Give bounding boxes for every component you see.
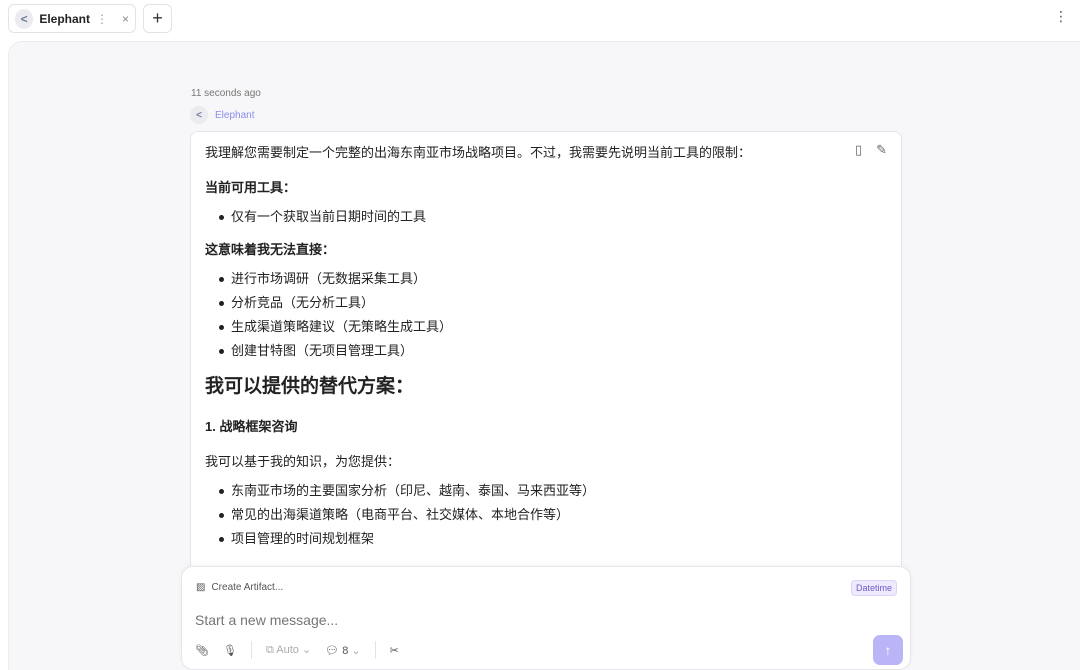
image-icon: ▨ [196, 582, 206, 593]
message-input[interactable] [195, 612, 795, 628]
mode-label: Auto [276, 644, 299, 656]
elephant-logo-icon: < [190, 106, 208, 124]
tab-close-icon[interactable]: × [122, 12, 129, 26]
microphone-icon[interactable]: 🎙︎ [223, 644, 237, 657]
paragraph: 我可以基于我的知识，为您提供： [205, 454, 401, 469]
attach-icon[interactable]: 📎︎ [195, 644, 209, 657]
list-item: 分析竞品（无分析工具） [217, 296, 887, 309]
composer: ▨ Create Artifact... Datetime 📎︎ 🎙︎ ⧉ Au… [181, 566, 911, 670]
create-artifact-button[interactable]: ▨ Create Artifact... [196, 582, 283, 593]
list-item: 常见的出海渠道策略（电商平台、社交媒体、本地合作等） [217, 508, 887, 521]
context-select[interactable]: 💬︎ 8 ⌄ [325, 644, 360, 657]
list-item: 进行市场调研（无数据采集工具） [217, 272, 887, 285]
mode-select[interactable]: ⧉ Auto ⌄ [266, 643, 311, 657]
assistant-message: ▯ ✎ 我理解您需要制定一个完整的出海东南亚市场战略项目。不过，我需要先说明当前… [190, 131, 902, 591]
elephant-logo-icon: < [15, 8, 34, 29]
sender-name: Elephant [215, 109, 255, 121]
tab-title: Elephant [39, 11, 90, 26]
heading-cannot: 这意味着我无法直接： [205, 242, 336, 257]
heading-tools: 当前可用工具： [205, 180, 297, 195]
list-item: 生成渠道策略建议（无策略生成工具） [217, 320, 887, 333]
tools-icon[interactable]: ✂ [390, 644, 399, 657]
divider [250, 641, 252, 659]
copy-icon[interactable]: ▯ [855, 143, 862, 156]
list-item: 东南亚市场的主要国家分析（印尼、越南、泰国、马来西亚等） [217, 484, 887, 497]
create-artifact-label: Create Artifact... [211, 582, 284, 593]
list-item: 创建甘特图（无项目管理工具） [217, 344, 887, 357]
divider [374, 641, 376, 659]
section-heading: 我可以提供的替代方案： [205, 376, 415, 397]
datetime-tool-badge[interactable]: Datetime [850, 580, 897, 596]
tab-elephant[interactable]: < Elephant ⋮ × [8, 4, 136, 33]
tab-menu-icon[interactable]: ⋮ [96, 12, 108, 26]
new-tab-button[interactable]: + [143, 4, 172, 33]
list-item: 仅有一个获取当前日期时间的工具 [217, 210, 887, 223]
edit-icon[interactable]: ✎ [876, 143, 887, 156]
message-timestamp: 11 seconds ago [191, 88, 261, 99]
more-menu-icon[interactable]: ⋮ [1054, 8, 1068, 25]
intro-text: 我理解您需要制定一个完整的出海东南亚市场战略项目。不过，我需要先说明当前工具的限… [205, 145, 752, 160]
send-button[interactable]: ↑ [873, 635, 903, 665]
context-count: 8 [342, 644, 349, 657]
list-item: 项目管理的时间规划框架 [217, 532, 887, 545]
subheading: 1. 战略框架咨询 [205, 419, 298, 434]
message-sender: < Elephant [190, 106, 254, 124]
